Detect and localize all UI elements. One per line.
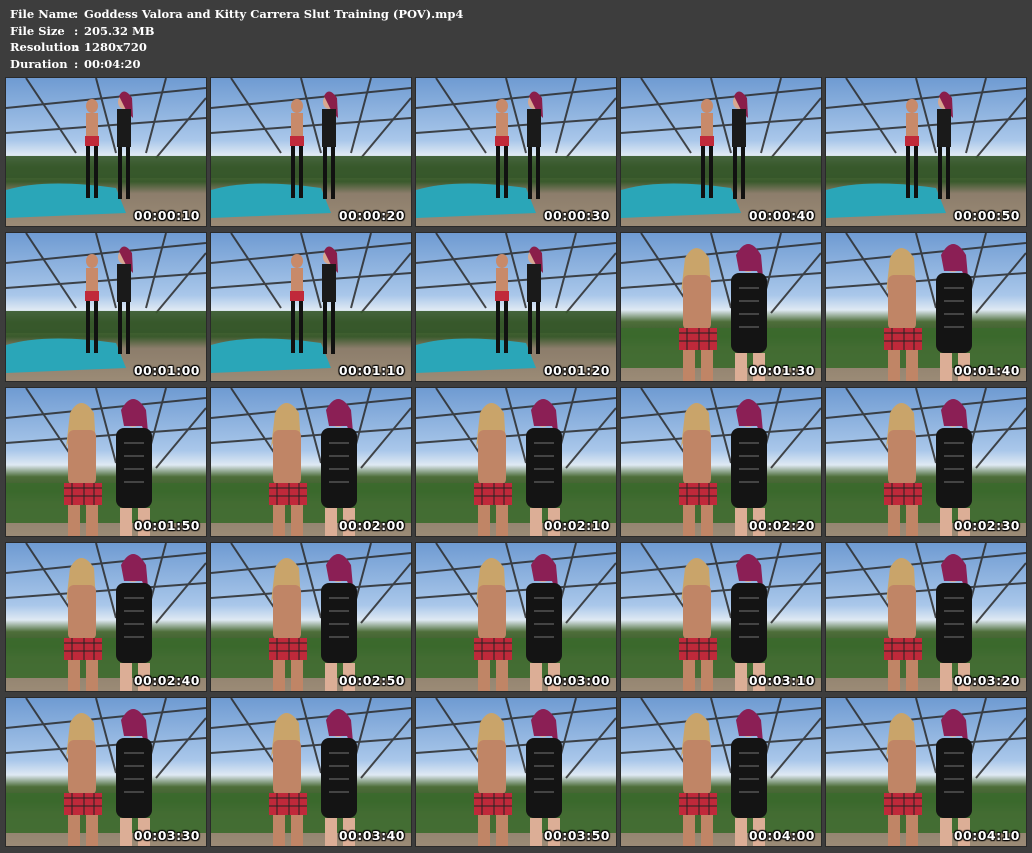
video-thumbnail: 00:03:00 xyxy=(416,543,616,691)
info-label: Resolution xyxy=(10,40,80,54)
timestamp-label: 00:02:30 xyxy=(953,518,1020,533)
file-info-header: File Name : Goddess Valora and Kitty Car… xyxy=(10,6,463,72)
timestamp-label: 00:03:50 xyxy=(543,828,610,843)
video-thumbnail: 00:02:40 xyxy=(6,543,206,691)
video-thumbnail: 00:02:30 xyxy=(826,388,1026,536)
timestamp-label: 00:03:40 xyxy=(338,828,405,843)
video-thumbnail: 00:01:20 xyxy=(416,233,616,381)
info-value-resolution: 1280x720 xyxy=(84,40,147,54)
video-thumbnail: 00:01:30 xyxy=(621,233,821,381)
timestamp-label: 00:00:20 xyxy=(338,208,405,223)
thumbnail-scene-image xyxy=(621,388,821,536)
timestamp-label: 00:00:10 xyxy=(133,208,200,223)
thumbnail-scene-image xyxy=(6,543,206,691)
thumbnail-scene-image xyxy=(6,78,206,218)
video-thumbnail: 00:03:20 xyxy=(826,543,1026,691)
video-thumbnail: 00:04:00 xyxy=(621,698,821,846)
video-thumbnail: 00:01:10 xyxy=(211,233,411,381)
thumbnail-scene-image xyxy=(826,78,1026,218)
info-label: File Size xyxy=(10,23,65,38)
info-label: File Name xyxy=(10,7,76,21)
thumbnail-scene-image xyxy=(621,698,821,846)
info-separator: : xyxy=(74,7,79,21)
thumbnail-scene-image xyxy=(6,233,206,373)
timestamp-label: 00:03:10 xyxy=(748,673,815,688)
timestamp-label: 00:03:00 xyxy=(543,673,610,688)
timestamp-label: 00:02:50 xyxy=(338,673,405,688)
thumbnail-scene-image xyxy=(416,543,616,691)
video-thumbnail: 00:00:30 xyxy=(416,78,616,226)
video-thumbnail: 00:00:40 xyxy=(621,78,821,226)
video-thumbnail: 00:02:50 xyxy=(211,543,411,691)
thumbnail-scene-image xyxy=(826,698,1026,846)
thumbnail-scene-image xyxy=(211,233,411,373)
video-thumbnail: 00:03:30 xyxy=(6,698,206,846)
info-separator: : xyxy=(74,56,79,71)
info-row-file-name: File Name : Goddess Valora and Kitty Car… xyxy=(10,6,463,23)
timestamp-label: 00:00:40 xyxy=(748,208,815,223)
info-value-file-name: Goddess Valora and Kitty Carrera Slut Tr… xyxy=(84,7,464,21)
timestamp-label: 00:02:40 xyxy=(133,673,200,688)
thumbnail-scene-image xyxy=(211,543,411,691)
video-thumbnail: 00:02:20 xyxy=(621,388,821,536)
info-value-file-size: 205.32 MB xyxy=(84,23,155,38)
timestamp-label: 00:02:10 xyxy=(543,518,610,533)
timestamp-label: 00:01:40 xyxy=(953,363,1020,378)
thumbnail-scene-image xyxy=(6,388,206,536)
thumbnail-scene-image xyxy=(416,78,616,218)
timestamp-label: 00:01:50 xyxy=(133,518,200,533)
info-separator: : xyxy=(74,23,79,38)
timestamp-label: 00:02:20 xyxy=(748,518,815,533)
thumbnail-scene-image xyxy=(6,698,206,846)
thumbnail-grid: 00:00:10 00:00:20 00:00:30 00:00:40 00:00:50… xyxy=(6,78,1026,846)
timestamp-label: 00:01:10 xyxy=(338,363,405,378)
thumbnail-scene-image xyxy=(211,78,411,218)
timestamp-label: 00:01:30 xyxy=(748,363,815,378)
video-thumbnail: 00:03:40 xyxy=(211,698,411,846)
video-thumbnail: 00:03:10 xyxy=(621,543,821,691)
thumbnail-scene-image xyxy=(621,543,821,691)
video-thumbnail: 00:01:00 xyxy=(6,233,206,381)
thumbnail-scene-image xyxy=(621,233,821,381)
info-row-resolution: Resolution : 1280x720 xyxy=(10,39,463,56)
info-separator: : xyxy=(74,40,79,54)
timestamp-label: 00:03:20 xyxy=(953,673,1020,688)
video-thumbnail: 00:00:20 xyxy=(211,78,411,226)
thumbnail-scene-image xyxy=(826,388,1026,536)
timestamp-label: 00:01:00 xyxy=(133,363,200,378)
video-thumbnail: 00:03:50 xyxy=(416,698,616,846)
thumbnail-scene-image xyxy=(621,78,821,218)
timestamp-label: 00:03:30 xyxy=(133,828,200,843)
thumbnail-scene-image xyxy=(416,388,616,536)
thumbnail-scene-image xyxy=(416,698,616,846)
info-value-duration: 00:04:20 xyxy=(84,56,141,71)
timestamp-label: 00:02:00 xyxy=(338,518,405,533)
timestamp-label: 00:00:30 xyxy=(543,208,610,223)
info-row-duration: Duration : 00:04:20 xyxy=(10,56,463,73)
video-thumbnail: 00:04:10 xyxy=(826,698,1026,846)
timestamp-label: 00:01:20 xyxy=(543,363,610,378)
video-thumbnail: 00:02:10 xyxy=(416,388,616,536)
video-thumbnail: 00:02:00 xyxy=(211,388,411,536)
video-thumbnail: 00:01:40 xyxy=(826,233,1026,381)
thumbnail-scene-image xyxy=(416,233,616,373)
timestamp-label: 00:04:00 xyxy=(748,828,815,843)
timestamp-label: 00:00:50 xyxy=(953,208,1020,223)
video-thumbnail: 00:00:50 xyxy=(826,78,1026,226)
timestamp-label: 00:04:10 xyxy=(953,828,1020,843)
thumbnail-scene-image xyxy=(211,698,411,846)
thumbnail-scene-image xyxy=(826,543,1026,691)
video-thumbnail: 00:01:50 xyxy=(6,388,206,536)
thumbnail-scene-image xyxy=(826,233,1026,381)
info-label: Duration xyxy=(10,56,68,71)
info-row-file-size: File Size : 205.32 MB xyxy=(10,23,463,40)
video-thumbnail: 00:00:10 xyxy=(6,78,206,226)
thumbnail-scene-image xyxy=(211,388,411,536)
